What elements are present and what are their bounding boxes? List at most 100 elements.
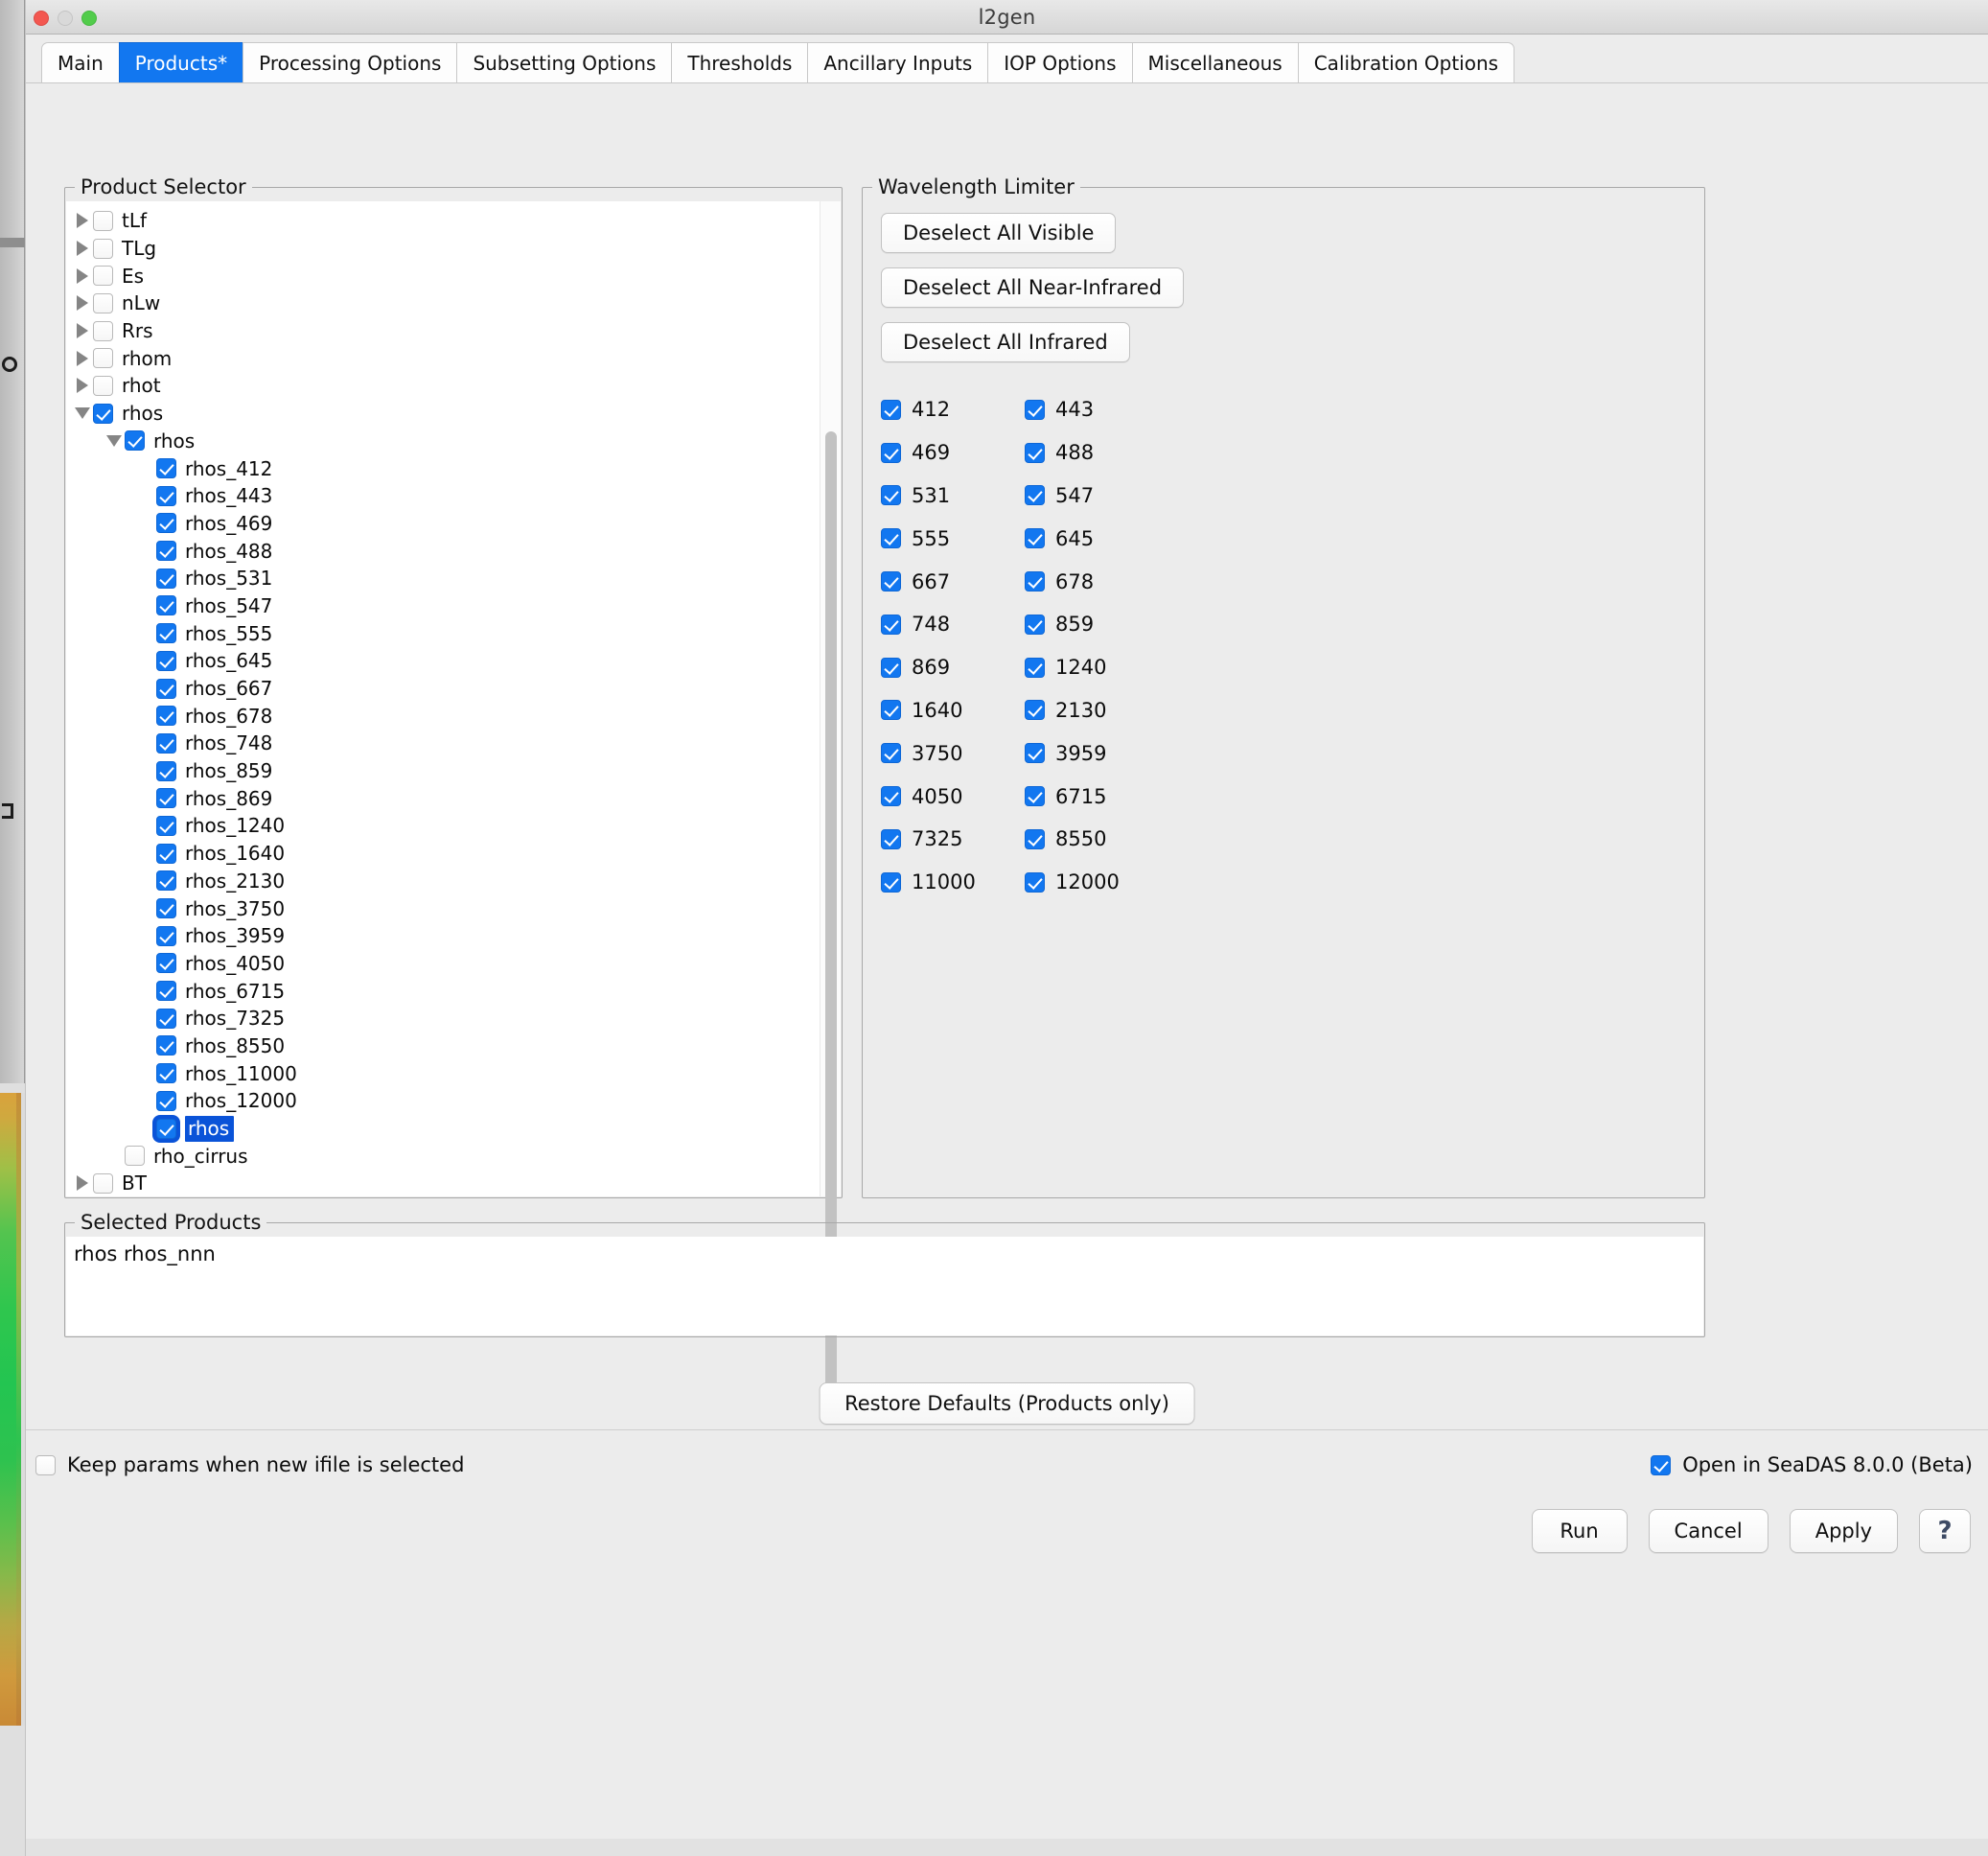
tab-miscellaneous[interactable]: Miscellaneous	[1131, 42, 1299, 82]
wavelength-checkbox[interactable]	[1025, 871, 1045, 893]
wavelength-item[interactable]: 859	[1025, 613, 1168, 636]
product-checkbox[interactable]	[156, 595, 176, 616]
run-button[interactable]: Run	[1531, 1509, 1628, 1553]
product-checkbox[interactable]	[156, 678, 176, 699]
chevron-right-icon[interactable]	[72, 267, 93, 284]
wavelength-checkbox[interactable]	[1025, 700, 1045, 721]
tree-row[interactable]: rhos_4050	[66, 950, 820, 978]
chevron-right-icon[interactable]	[72, 241, 93, 257]
product-checkbox[interactable]	[156, 870, 176, 892]
product-checkbox[interactable]	[156, 568, 176, 589]
product-checkbox[interactable]	[93, 403, 113, 424]
chevron-right-icon[interactable]	[72, 295, 93, 312]
wavelength-item[interactable]: 869	[881, 656, 1025, 679]
product-checkbox[interactable]	[93, 266, 113, 287]
wavelength-checkbox[interactable]	[1025, 786, 1045, 807]
wavelength-item[interactable]: 7325	[881, 827, 1025, 850]
tree-row[interactable]: rhos_6715	[66, 977, 820, 1005]
tree-row[interactable]: rhos_3959	[66, 922, 820, 950]
product-checkbox[interactable]	[156, 1035, 176, 1056]
chevron-down-icon[interactable]	[104, 434, 125, 447]
tree-row[interactable]: rhos_3750	[66, 894, 820, 922]
chevron-right-icon[interactable]	[72, 1175, 93, 1192]
wavelength-item[interactable]: 531	[881, 484, 1025, 507]
product-checkbox[interactable]	[125, 1146, 145, 1167]
product-tree-scrollbar[interactable]	[820, 201, 841, 1390]
wavelength-item[interactable]: 678	[1025, 570, 1168, 593]
tree-row[interactable]: rhos_645	[66, 647, 820, 675]
wavelength-checkbox[interactable]	[1025, 442, 1045, 463]
wavelength-checkbox[interactable]	[1025, 743, 1045, 764]
tree-row[interactable]: rhos_667	[66, 675, 820, 703]
tree-row[interactable]: rhos_412	[66, 454, 820, 482]
tree-row[interactable]: rhos_869	[66, 784, 820, 812]
tab-thresholds[interactable]: Thresholds	[671, 42, 809, 82]
tree-row[interactable]: rhos	[66, 428, 820, 455]
product-checkbox[interactable]	[156, 925, 176, 946]
zoom-button[interactable]	[81, 11, 97, 26]
tab-products[interactable]: Products*	[118, 42, 244, 82]
wavelength-checkbox[interactable]	[1025, 614, 1045, 635]
tree-row[interactable]: rhot	[66, 372, 820, 400]
wavelength-checkbox[interactable]	[1025, 485, 1045, 506]
selected-products-text[interactable]: rhos rhos_nnn	[66, 1237, 1703, 1335]
chevron-down-icon[interactable]	[72, 407, 93, 420]
chevron-right-icon[interactable]	[72, 378, 93, 394]
tree-row[interactable]: rhos_1640	[66, 840, 820, 868]
product-checkbox[interactable]	[156, 898, 176, 919]
wavelength-item[interactable]: 4050	[881, 785, 1025, 808]
tree-row[interactable]: TLg	[66, 235, 820, 263]
wavelength-checkbox[interactable]	[1025, 657, 1045, 678]
wavelength-checkbox[interactable]	[881, 828, 901, 849]
wavelength-checkbox[interactable]	[881, 485, 901, 506]
tab-iop-options[interactable]: IOP Options	[987, 42, 1133, 82]
wavelength-checkbox[interactable]	[881, 399, 901, 420]
tree-row[interactable]: rhos_748	[66, 730, 820, 757]
tree-row[interactable]: Rrs	[66, 317, 820, 345]
wavelength-item[interactable]: 2130	[1025, 699, 1168, 722]
product-checkbox[interactable]	[156, 760, 176, 781]
product-checkbox[interactable]	[156, 1008, 176, 1029]
close-button[interactable]	[34, 11, 49, 26]
tree-row[interactable]: rhos_469	[66, 510, 820, 538]
cancel-button[interactable]: Cancel	[1648, 1509, 1768, 1553]
product-checkbox[interactable]	[156, 815, 176, 836]
wavelength-item[interactable]: 1240	[1025, 656, 1168, 679]
tree-row[interactable]: rhos_547	[66, 592, 820, 620]
product-checkbox[interactable]	[156, 650, 176, 671]
tree-row[interactable]: rhos_678	[66, 702, 820, 730]
tree-row[interactable]: rhom	[66, 344, 820, 372]
product-checkbox[interactable]	[156, 458, 176, 479]
wavelength-item[interactable]: 1640	[881, 699, 1025, 722]
chevron-right-icon[interactable]	[72, 323, 93, 339]
restore-defaults-button[interactable]: Restore Defaults (Products only)	[819, 1382, 1195, 1425]
tree-row[interactable]: rhos_8550	[66, 1032, 820, 1060]
keep-params-checkbox-row[interactable]: Keep params when new ifile is selected	[35, 1453, 464, 1476]
product-checkbox[interactable]	[156, 953, 176, 974]
tree-row[interactable]: rhos	[66, 400, 820, 428]
deselect-near-infrared-button[interactable]: Deselect All Near-Infrared	[881, 267, 1185, 308]
open-seadas-checkbox-row[interactable]: Open in SeaDAS 8.0.0 (Beta)	[1651, 1453, 1973, 1476]
wavelength-item[interactable]: 555	[881, 527, 1025, 550]
tree-row[interactable]: rhos_11000	[66, 1059, 820, 1087]
wavelength-item[interactable]: 469	[881, 441, 1025, 464]
tab-subsetting-options[interactable]: Subsetting Options	[456, 42, 673, 82]
tab-ancillary-inputs[interactable]: Ancillary Inputs	[807, 42, 989, 82]
wavelength-checkbox[interactable]	[1025, 571, 1045, 592]
help-button[interactable]: ?	[1919, 1509, 1971, 1553]
minimize-button[interactable]	[58, 11, 73, 26]
wavelength-checkbox[interactable]	[1025, 828, 1045, 849]
tree-row[interactable]: rhos_488	[66, 537, 820, 565]
wavelength-checkbox[interactable]	[881, 442, 901, 463]
wavelength-checkbox[interactable]	[881, 743, 901, 764]
wavelength-item[interactable]: 488	[1025, 441, 1168, 464]
product-checkbox[interactable]	[125, 430, 145, 452]
tree-row[interactable]: BT	[66, 1170, 820, 1196]
product-checkbox[interactable]	[156, 1118, 176, 1139]
tree-row[interactable]: tLf	[66, 207, 820, 235]
wavelength-checkbox-grid[interactable]: 412 443 469 488 531 547 555 645 667 678 748 859 869 1…	[881, 388, 1703, 904]
tree-row[interactable]: rhos_1240	[66, 812, 820, 840]
product-checkbox[interactable]	[156, 843, 176, 864]
wavelength-item[interactable]: 667	[881, 570, 1025, 593]
wavelength-checkbox[interactable]	[881, 871, 901, 893]
